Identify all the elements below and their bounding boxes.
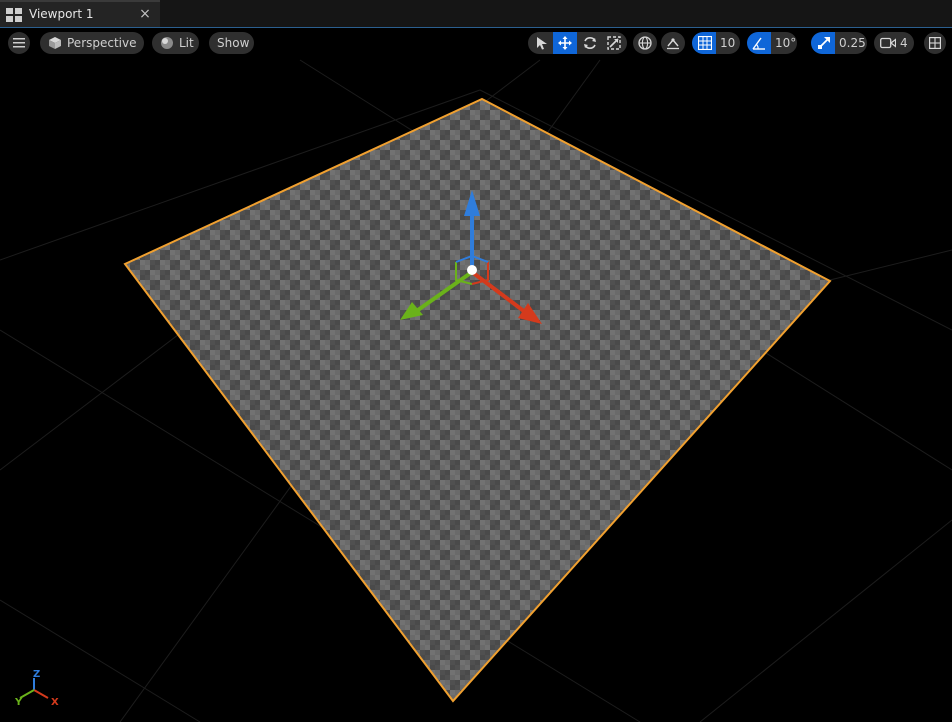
axis-indicator	[19, 678, 49, 699]
globe-icon	[638, 36, 652, 50]
move-icon	[558, 36, 572, 50]
sphere-icon	[161, 37, 173, 49]
rotation-snap-value-button[interactable]: 10°	[771, 32, 797, 54]
rotation-snap-value: 10°	[775, 36, 797, 50]
viewport-layout-icon	[6, 8, 22, 22]
scale-snap-value-button[interactable]: 0.25	[835, 32, 867, 54]
show-button[interactable]: Show	[209, 32, 254, 54]
viewport-layout-button[interactable]	[924, 32, 946, 54]
angle-icon	[752, 37, 765, 50]
grid-icon	[698, 36, 712, 50]
grid-snap-toggle[interactable]	[692, 32, 716, 54]
lighting-mode-label: Lit	[179, 36, 194, 50]
tab-viewport-1[interactable]: Viewport 1 ×	[0, 0, 160, 27]
surface-snap-icon	[667, 38, 679, 50]
grid-snap-value-button[interactable]: 10	[716, 32, 740, 54]
gizmo-center	[467, 265, 477, 275]
show-label: Show	[217, 36, 250, 50]
cursor-icon	[537, 37, 547, 50]
tab-bar: Viewport 1 ×	[0, 0, 952, 28]
axis-y-label: Y	[15, 697, 23, 708]
scale-tool-button[interactable]	[602, 32, 627, 54]
coordinate-space-button[interactable]	[633, 32, 657, 54]
viewport[interactable]: Z Y X	[0, 28, 952, 722]
rotate-tool-button[interactable]	[577, 32, 602, 54]
select-tool-button[interactable]	[528, 32, 553, 54]
camera-icon	[880, 37, 896, 49]
hamburger-icon	[13, 38, 25, 48]
close-icon[interactable]: ×	[139, 5, 151, 23]
viewport-menu-button[interactable]	[8, 32, 30, 54]
surface-snapping-button[interactable]	[661, 32, 685, 54]
rotation-snap-toggle[interactable]	[747, 32, 771, 54]
view-mode-label: Perspective	[67, 36, 137, 50]
lighting-mode-button[interactable]: Lit	[152, 32, 199, 54]
translate-tool-button[interactable]	[553, 32, 577, 54]
scale-snap-toggle[interactable]	[811, 32, 835, 54]
scene-canvas[interactable]	[0, 28, 952, 722]
floor-plane	[123, 97, 832, 703]
cube-icon	[49, 37, 61, 49]
tab-title: Viewport 1	[29, 7, 94, 21]
view-mode-button[interactable]: Perspective	[40, 32, 144, 54]
axis-z-label: Z	[33, 669, 41, 680]
axis-x-label: X	[51, 697, 59, 708]
scale-icon	[607, 36, 621, 50]
scale-snap-icon	[818, 37, 830, 49]
camera-speed-button[interactable]: 4	[874, 32, 914, 54]
rotate-icon	[584, 37, 596, 49]
scale-snap-value: 0.25	[839, 36, 866, 50]
layout-grid-icon	[929, 37, 941, 49]
grid-snap-value: 10	[720, 36, 736, 50]
camera-speed-value: 4	[900, 36, 908, 50]
